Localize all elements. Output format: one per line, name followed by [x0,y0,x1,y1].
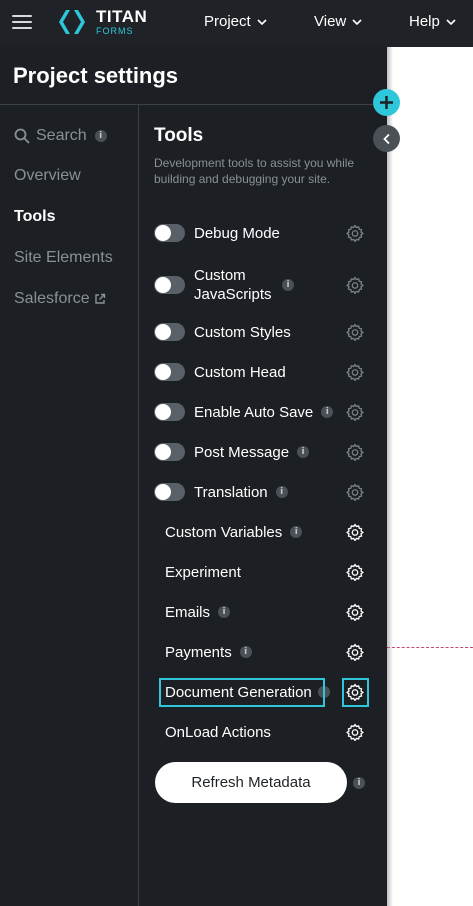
sidebar-item-label: Search [36,127,87,144]
hamburger-menu-icon[interactable] [12,12,32,32]
brand-subtitle: FORMS [96,26,134,36]
tools-heading: Tools [154,125,204,146]
tool-label: Payments [165,643,232,661]
tool-row-translation: Translation i [154,472,369,512]
tool-label: Emails [165,603,211,621]
tool-label: Translation [194,483,268,501]
sidebar-divider [138,105,139,906]
chevron-left-icon [382,133,390,144]
info-icon[interactable]: i [218,606,231,618]
gear-icon[interactable] [346,363,364,381]
sidebar-item-tools[interactable]: Tools [14,208,55,226]
info-icon[interactable]: i [290,526,303,538]
custom-javascripts-toggle[interactable] [154,276,185,294]
gear-icon[interactable] [346,523,364,541]
tool-label: Custom Variables [165,523,283,541]
canvas-guide-line [387,647,473,648]
menu-project[interactable]: Project [204,13,267,30]
tool-label: Custom Styles [194,323,291,341]
panel-divider [0,104,387,105]
top-bar: TITAN FORMS Project View Help [0,0,473,47]
gear-icon[interactable] [346,403,364,421]
gear-icon[interactable] [346,603,364,621]
translation-toggle[interactable] [154,483,185,501]
menu-view-label: View [314,13,347,30]
tool-row-custom-head: Custom Head [154,352,369,392]
sidebar-item-label: Tools [14,208,56,225]
gear-icon[interactable] [346,643,364,661]
tool-row-custom-styles: Custom Styles [154,312,369,352]
logo-mark-icon [59,10,85,34]
gear-icon[interactable] [346,323,364,341]
chevron-down-icon [257,18,267,25]
search-icon [14,128,30,144]
project-settings-panel: Project settings Search i Overview Tools… [0,47,387,906]
tool-row-custom-javascripts: Custom JavaScripts i [154,263,369,307]
menu-help[interactable]: Help [409,13,456,30]
sidebar-item-overview[interactable]: Overview [14,167,81,185]
panel-shadow [387,47,393,906]
tool-row-debug-mode: Debug Mode [154,213,369,253]
custom-head-toggle[interactable] [154,363,185,381]
info-icon[interactable]: i [353,777,365,789]
tool-label: Debug Mode [194,224,280,242]
info-icon[interactable]: i [297,446,310,458]
gear-icon[interactable] [346,276,364,294]
tools-description: Development tools to assist you while bu… [154,156,355,186]
add-button[interactable] [373,89,400,116]
info-icon[interactable]: i [239,646,252,658]
tool-label: Experiment [165,563,241,581]
sidebar-item-site-elements[interactable]: Site Elements [14,249,113,267]
menu-help-label: Help [409,13,440,30]
chevron-down-icon [446,18,456,25]
brand-title: TITAN [96,7,148,26]
tool-row-custom-variables[interactable]: Custom Variables i [154,512,369,552]
panel-title: Project settings [13,63,179,88]
debug-mode-toggle[interactable] [154,224,185,242]
enable-auto-save-toggle[interactable] [154,403,185,421]
post-message-toggle[interactable] [154,443,185,461]
gear-icon[interactable] [346,483,364,501]
document-generation-gear-highlight [342,678,369,707]
info-icon[interactable]: i [321,406,334,418]
info-icon[interactable]: i [282,279,294,291]
info-icon[interactable]: i [275,486,288,498]
tool-row-payments[interactable]: Payments i [154,632,369,672]
menu-project-label: Project [204,13,251,30]
gear-icon[interactable] [346,224,364,242]
tool-row-post-message: Post Message i [154,432,369,472]
tool-row-experiment[interactable]: Experiment [154,552,369,592]
sidebar-item-search[interactable]: Search i [14,127,107,145]
document-generation-highlight [159,678,325,707]
tool-label: Custom JavaScripts [194,267,272,303]
tool-row-enable-auto-save: Enable Auto Save i [154,392,369,432]
chevron-down-icon [352,18,362,25]
tool-label: Custom Head [194,363,286,381]
plus-icon [380,96,393,109]
refresh-metadata-button[interactable]: Refresh Metadata [155,762,347,803]
titan-forms-logo[interactable]: TITAN FORMS [56,6,147,38]
sidebar-item-salesforce[interactable]: Salesforce [14,290,106,308]
sidebar-item-label: Salesforce [14,290,90,307]
gear-icon[interactable] [346,443,364,461]
gear-icon[interactable] [346,723,364,741]
custom-styles-toggle[interactable] [154,323,185,341]
tool-row-emails[interactable]: Emails i [154,592,369,632]
collapse-panel-button[interactable] [373,125,400,152]
tool-label: Enable Auto Save [194,403,314,421]
tool-row-onload-actions[interactable]: OnLoad Actions [154,712,369,752]
external-link-icon [94,293,105,304]
tool-label: OnLoad Actions [165,723,271,741]
tool-label: Post Message [194,443,290,461]
info-icon[interactable]: i [94,130,107,142]
menu-view[interactable]: View [314,13,362,30]
gear-icon[interactable] [346,563,364,581]
sidebar-item-label: Overview [14,167,81,184]
sidebar-item-label: Site Elements [14,249,113,266]
